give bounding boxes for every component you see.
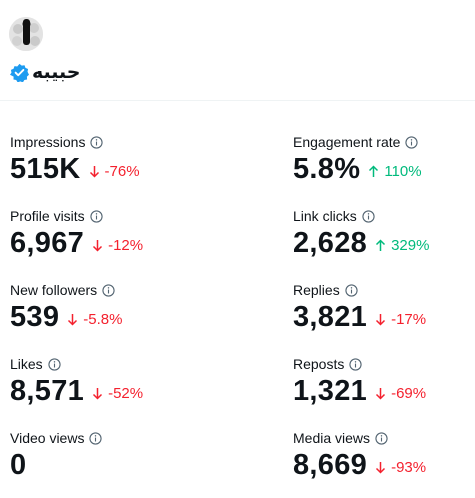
arrow-down-icon: [68, 314, 78, 326]
profile-header: حبيبه: [0, 0, 475, 101]
metric-change-value: 329%: [391, 237, 430, 254]
metric-value: 3,821: [293, 301, 368, 333]
metric-change: -17%: [375, 311, 426, 328]
metric-label: Link clicks: [293, 208, 357, 224]
info-icon[interactable]: [90, 135, 104, 149]
info-icon[interactable]: [345, 283, 358, 297]
metric-change: -52%: [92, 385, 143, 402]
metric-label: Video views: [10, 430, 85, 446]
metric-media-views: Media views 8,669 -93%: [293, 429, 426, 482]
metric-label: Profile visits: [10, 208, 85, 224]
metric-value: 1,321: [293, 375, 368, 407]
arrow-down-icon: [376, 314, 386, 326]
arrow-down-icon: [93, 388, 103, 400]
metric-label: Likes: [10, 356, 43, 372]
metric-new-followers: New followers 539 -5.8%: [10, 281, 122, 334]
arrow-down-icon: [93, 240, 103, 252]
metric-label: Replies: [293, 282, 340, 298]
metric-value: 0: [10, 449, 27, 481]
metric-link-clicks: Link clicks 2,628 329%: [293, 207, 429, 260]
info-icon[interactable]: [362, 209, 375, 223]
avatar[interactable]: [9, 17, 43, 51]
metric-impressions: Impressions 515K -76%: [10, 133, 140, 186]
metric-change: 329%: [375, 237, 429, 254]
metric-label: Reposts: [293, 356, 345, 372]
metric-value: 8,571: [10, 375, 85, 407]
metric-value: 8,669: [293, 449, 368, 481]
metric-value: 5.8%: [293, 153, 361, 185]
info-icon[interactable]: [48, 357, 61, 371]
metric-likes: Likes 8,571 -52%: [10, 355, 143, 408]
info-icon[interactable]: [89, 431, 103, 445]
metric-value: 2,628: [293, 227, 368, 259]
metric-change-value: -76%: [104, 163, 140, 180]
metric-replies: Replies 3,821 -17%: [293, 281, 426, 334]
metric-change: -93%: [375, 459, 426, 476]
metric-value: 6,967: [10, 227, 85, 259]
info-icon[interactable]: [102, 283, 115, 297]
profile-name-row: حبيبه: [10, 60, 80, 84]
metric-change-value: -93%: [391, 459, 427, 476]
metric-engagement-rate: Engagement rate 5.8% 110%: [293, 133, 422, 186]
metric-change-value: 110%: [384, 163, 422, 180]
metric-reposts: Reposts 1,321 -69%: [293, 355, 426, 408]
arrow-down-icon: [376, 462, 386, 474]
metric-profile-visits: Profile visits 6,967 -12%: [10, 207, 143, 260]
metric-value: 539: [10, 301, 60, 333]
info-icon[interactable]: [349, 357, 362, 371]
arrow-up-icon: [369, 165, 379, 177]
metric-label: Media views: [293, 430, 371, 446]
metric-change: -5.8%: [67, 311, 122, 328]
metric-change: -76%: [89, 163, 140, 180]
metric-change-value: -12%: [108, 237, 144, 254]
metric-change-value: -52%: [108, 385, 144, 402]
metric-change: -12%: [92, 237, 143, 254]
metric-value: 515K: [10, 153, 81, 185]
metric-video-views: Video views 0: [10, 429, 103, 482]
metric-change-value: -5.8%: [83, 311, 123, 328]
metric-change-value: -69%: [391, 385, 427, 402]
info-icon[interactable]: [90, 209, 103, 223]
arrow-up-icon: [376, 239, 386, 251]
metric-label: Impressions: [10, 134, 86, 150]
arrow-down-icon: [376, 388, 386, 400]
verified-badge-icon: [10, 63, 29, 82]
metric-label: Engagement rate: [293, 134, 401, 150]
info-icon[interactable]: [375, 431, 388, 445]
info-icon[interactable]: [405, 135, 419, 149]
metric-label: New followers: [10, 282, 98, 298]
metric-change-value: -17%: [391, 311, 427, 328]
profile-name: حبيبه: [32, 61, 81, 83]
metric-change: -69%: [375, 385, 426, 402]
arrow-down-icon: [89, 166, 99, 178]
metric-change: 110%: [368, 163, 422, 180]
